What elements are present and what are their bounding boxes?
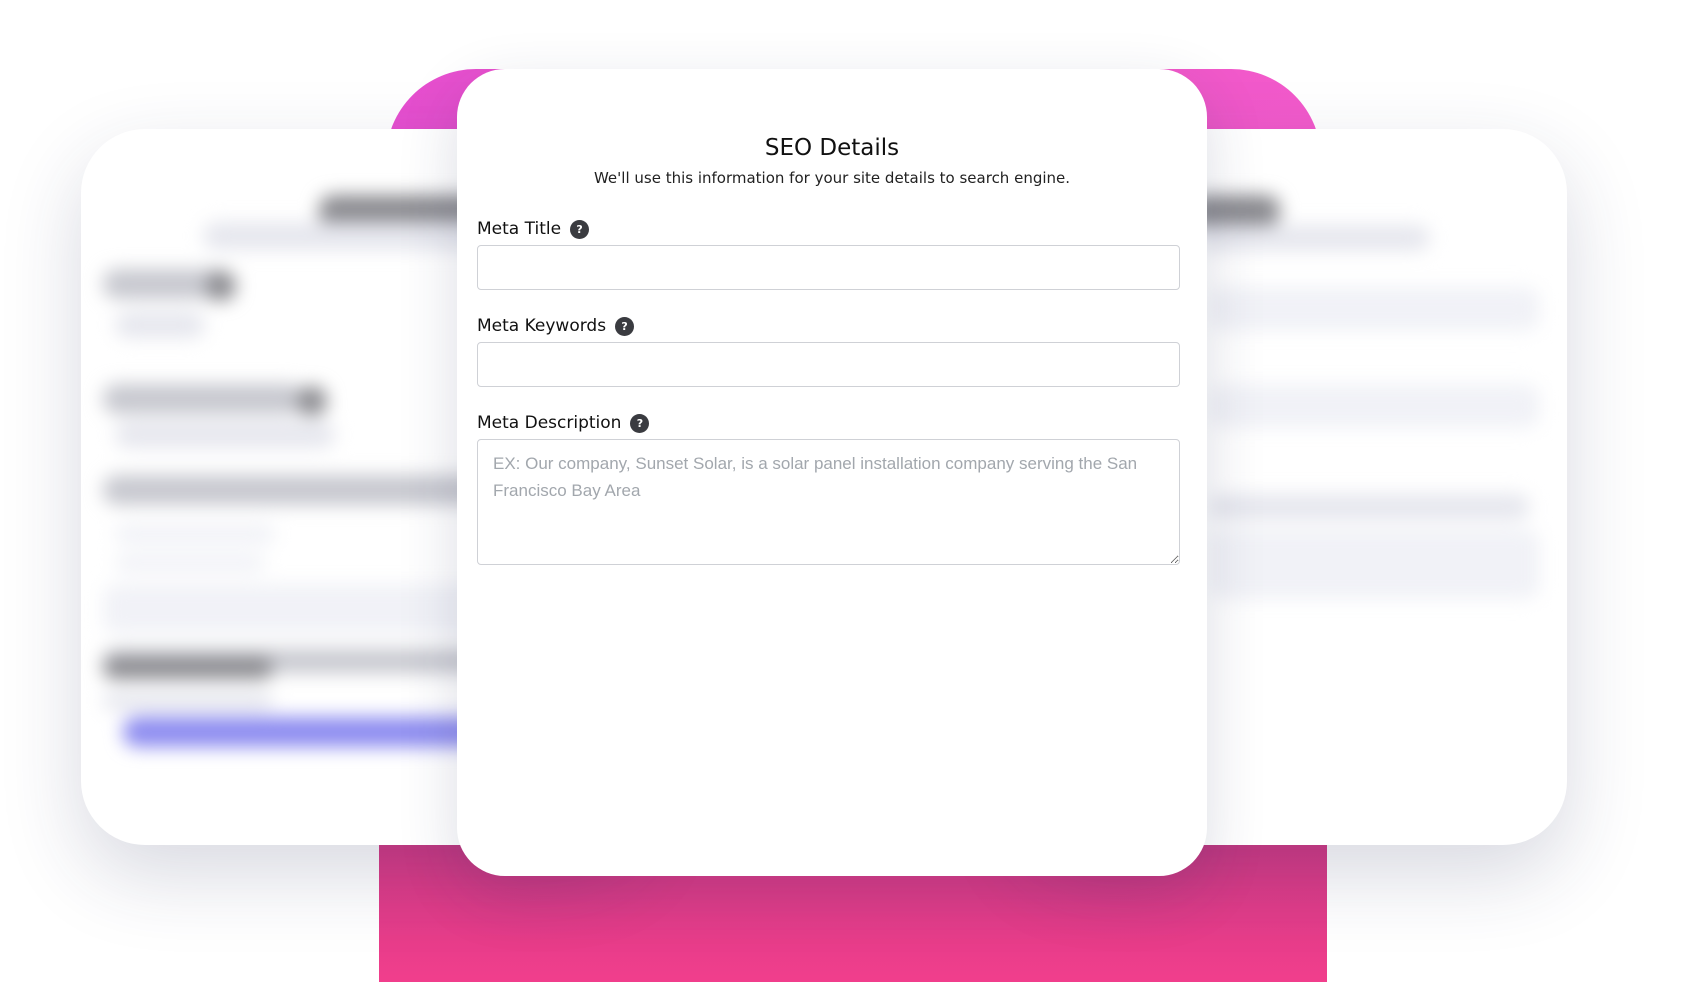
question-circle-icon[interactable]: ? (615, 316, 635, 336)
showcase-stage: SEO Details We'll use this information f… (0, 0, 1685, 982)
meta-description-label: Meta Description (477, 413, 622, 433)
meta-title-label-row: Meta Title ? (477, 219, 590, 239)
meta-keywords-label: Meta Keywords (477, 316, 607, 336)
meta-keywords-label-row: Meta Keywords ? (477, 316, 635, 336)
page-title: SEO Details (764, 135, 900, 161)
meta-keywords-input[interactable] (477, 342, 1180, 387)
question-circle-icon[interactable]: ? (630, 413, 650, 433)
page-subtitle: We'll use this information for your site… (593, 169, 1071, 187)
question-circle-icon[interactable]: ? (570, 219, 590, 239)
meta-description-textarea[interactable] (477, 439, 1180, 565)
meta-title-label: Meta Title (477, 219, 562, 239)
meta-description-label-row: Meta Description ? (477, 413, 650, 433)
meta-title-input[interactable] (477, 245, 1180, 290)
seo-details-card: SEO Details We'll use this information f… (457, 69, 1207, 876)
